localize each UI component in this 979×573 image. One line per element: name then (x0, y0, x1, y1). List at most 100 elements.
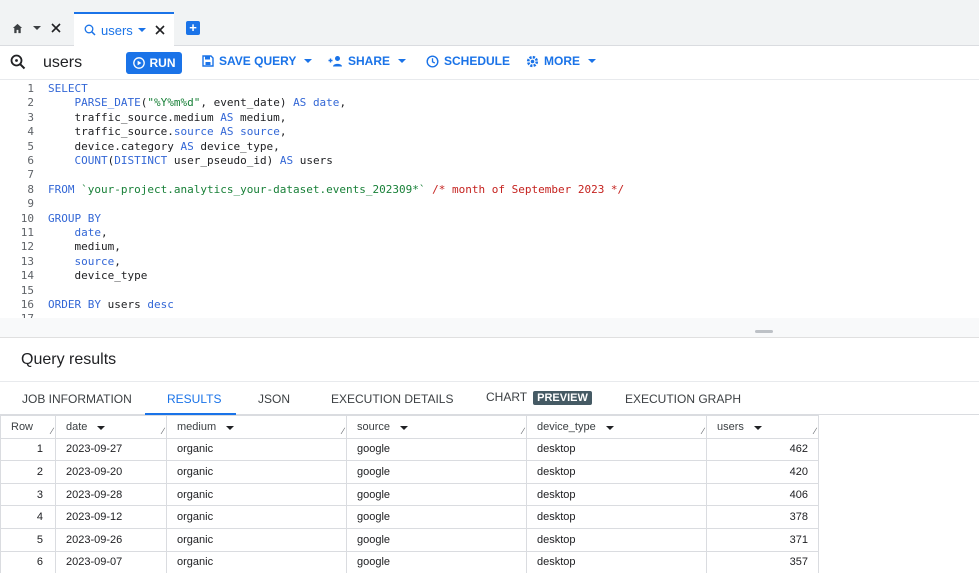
code-text[interactable]: device.category AS device_type, (48, 140, 279, 154)
tab-chart[interactable]: CHART PREVIEW (486, 390, 592, 405)
table-row[interactable]: 4 2023-09-12 organic google desktop 378 (0, 505, 819, 529)
close-icon[interactable] (51, 23, 61, 33)
code-line[interactable]: 16 ORDER BY users desc (0, 298, 979, 312)
code-text[interactable]: FROM `your-project.analytics_your-datase… (48, 183, 624, 197)
code-text[interactable]: source, (48, 255, 121, 269)
code-text[interactable]: date, (48, 226, 108, 240)
column-resize-icon[interactable]: ∕ (814, 426, 816, 436)
column-resize-icon[interactable]: ∕ (342, 426, 344, 436)
code-line[interactable]: 15 (0, 284, 979, 298)
sort-dropdown-icon[interactable] (400, 425, 409, 430)
table-cell: google (346, 505, 527, 529)
column-resize-icon[interactable]: ∕ (522, 426, 524, 436)
table-row[interactable]: 6 2023-09-07 organic google desktop 357 (0, 550, 819, 573)
column-header-source[interactable]: source ∕ (346, 415, 527, 439)
tab-users[interactable]: users (74, 12, 174, 46)
query-icon (84, 24, 96, 36)
table-cell: organic (166, 550, 347, 573)
code-text[interactable]: traffic_source.source AS source, (48, 125, 286, 139)
code-line[interactable]: 3 traffic_source.medium AS medium, (0, 111, 979, 125)
code-line[interactable]: 14 device_type (0, 269, 979, 283)
code-text[interactable]: device_type (48, 269, 147, 283)
line-number: 7 (27, 168, 34, 182)
code-line[interactable]: 10 GROUP BY (0, 212, 979, 226)
sort-dropdown-icon[interactable] (753, 425, 762, 430)
column-header-medium[interactable]: medium ∕ (166, 415, 347, 439)
tab-menu-icon[interactable] (137, 28, 146, 32)
table-cell: 5 (0, 527, 56, 552)
clock-icon (426, 54, 439, 68)
tab-execution-graph[interactable]: EXECUTION GRAPH (625, 392, 741, 406)
code-text[interactable]: traffic_source.medium AS medium, (48, 111, 286, 125)
more-dropdown-icon (588, 59, 596, 63)
tab-job-information[interactable]: JOB INFORMATION (22, 392, 132, 406)
code-text[interactable]: ORDER BY users desc (48, 298, 174, 312)
line-number: 10 (20, 211, 34, 225)
add-person-icon (328, 56, 342, 67)
tab-json[interactable]: JSON (258, 392, 290, 406)
column-resize-icon[interactable]: ∕ (162, 426, 164, 436)
column-header-date[interactable]: date ∕ (55, 415, 167, 439)
more-button[interactable]: MORE (526, 54, 596, 68)
sort-dropdown-icon[interactable] (97, 425, 106, 430)
preview-badge: PREVIEW (533, 390, 592, 405)
table-cell: 2 (0, 460, 56, 484)
table-row[interactable]: 5 2023-09-26 organic google desktop 371 (0, 527, 819, 552)
column-header-device-type[interactable]: device_type ∕ (526, 415, 707, 439)
column-header-label: Row (11, 420, 34, 433)
code-text[interactable]: medium, (48, 240, 120, 254)
code-line[interactable]: 5 device.category AS device_type, (0, 140, 979, 154)
sort-dropdown-icon[interactable] (605, 425, 614, 430)
code-line[interactable]: 12 medium, (0, 240, 979, 254)
table-cell: 2023-09-26 (55, 527, 167, 552)
editor-results-splitter[interactable] (0, 318, 979, 338)
resize-handle[interactable] (755, 330, 773, 333)
code-text[interactable]: PARSE_DATE("%Y%m%d", event_date) AS date… (48, 96, 347, 110)
close-tab-icon[interactable] (155, 25, 165, 35)
code-line[interactable]: 1 SELECT (0, 82, 979, 96)
column-header-row[interactable]: Row ∕ (0, 415, 56, 439)
save-query-label: SAVE QUERY (219, 54, 297, 68)
home-tab[interactable] (0, 10, 72, 46)
share-button[interactable]: SHARE (328, 54, 407, 68)
column-header-label: medium (177, 420, 217, 433)
run-button[interactable]: RUN (126, 52, 182, 74)
table-cell: 2023-09-20 (55, 460, 167, 484)
code-text[interactable]: GROUP BY (48, 212, 101, 226)
line-number: 14 (20, 269, 34, 283)
table-cell: organic (166, 460, 347, 484)
table-row[interactable]: 3 2023-09-28 organic google desktop 406 (0, 482, 819, 507)
save-query-button[interactable]: SAVE QUERY (202, 54, 313, 68)
table-cell: 371 (706, 527, 819, 552)
schedule-button[interactable]: SCHEDULE (426, 54, 510, 68)
column-resize-icon[interactable]: ∕ (702, 426, 704, 436)
code-line[interactable]: 8 FROM `your-project.analytics_your-datas… (0, 183, 979, 197)
table-row[interactable]: 1 2023-09-27 organic google desktop 462 (0, 437, 819, 462)
code-line[interactable]: 11 date, (0, 226, 979, 240)
code-line[interactable]: 4 traffic_source.source AS source, (0, 125, 979, 139)
column-header-label: source (357, 420, 391, 433)
home-icon[interactable] (12, 23, 23, 34)
table-row[interactable]: 2 2023-09-20 organic google desktop 420 (0, 460, 819, 484)
line-number: 12 (20, 240, 34, 254)
tab-results[interactable]: RESULTS (167, 392, 221, 406)
code-line[interactable]: 13 source, (0, 255, 979, 269)
code-line[interactable]: 6 COUNT(DISTINCT user_pseudo_id) AS user… (0, 154, 979, 168)
table-cell: 6 (0, 550, 56, 573)
tab-users-label: users (101, 22, 133, 38)
code-text[interactable]: SELECT (48, 82, 88, 96)
column-header-users[interactable]: users ∕ (706, 415, 819, 439)
line-number: 3 (27, 110, 34, 124)
code-line[interactable]: 7 (0, 168, 979, 182)
table-body: 1 2023-09-27 organic google desktop 462 2 2023-… (0, 437, 819, 573)
home-tab-menu-icon[interactable] (33, 26, 41, 30)
add-tab-button[interactable]: + (186, 21, 200, 35)
code-line[interactable]: 2 PARSE_DATE("%Y%m%d", event_date) AS da… (0, 96, 979, 110)
column-resize-icon[interactable]: ∕ (51, 426, 53, 436)
tab-execution-details[interactable]: EXECUTION DETAILS (331, 392, 453, 406)
code-text[interactable]: COUNT(DISTINCT user_pseudo_id) AS users (48, 154, 333, 168)
code-line[interactable]: 9 (0, 197, 979, 211)
sql-editor[interactable]: 1 SELECT 2 PARSE_DATE("%Y%m%d", event_date… (0, 80, 979, 318)
play-icon (132, 57, 145, 69)
sort-dropdown-icon[interactable] (226, 425, 235, 430)
